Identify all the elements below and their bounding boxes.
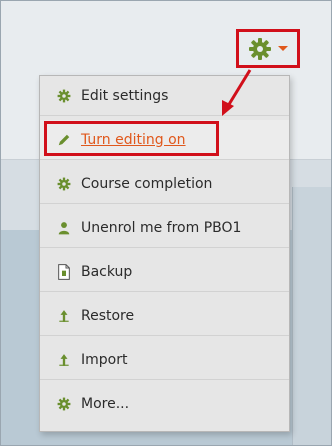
menu-item-label: Backup — [81, 263, 133, 280]
file-icon — [56, 263, 72, 280]
menu-item-label: More... — [81, 396, 130, 412]
menu-item-backup[interactable]: Backup — [40, 252, 289, 292]
menu-item-label: Unenrol me from PBO1 — [81, 219, 242, 236]
menu-item-edit-settings[interactable]: Edit settings — [40, 76, 289, 116]
menu-item-restore[interactable]: Restore — [40, 296, 289, 336]
menu-item-label: Edit settings — [81, 87, 169, 104]
menu-item-label: Course completion — [81, 175, 213, 192]
menu-item-course-completion[interactable]: Course completion — [40, 164, 289, 204]
user-icon — [56, 220, 72, 236]
upload-icon — [56, 308, 72, 324]
upload-icon — [56, 352, 72, 368]
menu-item-import[interactable]: Import — [40, 340, 289, 380]
menu-item-label: Restore — [81, 307, 135, 324]
annotation-highlight-box — [44, 121, 219, 156]
gear-icon — [248, 37, 272, 61]
gear-icon — [56, 396, 72, 412]
menu-item-more[interactable]: More... — [40, 384, 289, 424]
menu-item-label: Import — [81, 351, 128, 368]
settings-dropdown-menu: Edit settings Turn editing on Course com… — [39, 75, 290, 432]
gear-icon — [56, 88, 72, 104]
settings-menu-button[interactable] — [236, 29, 300, 68]
chevron-down-icon — [278, 46, 288, 51]
gear-icon — [56, 176, 72, 192]
menu-item-unenrol[interactable]: Unenrol me from PBO1 — [40, 208, 289, 248]
side-panel — [292, 187, 331, 445]
